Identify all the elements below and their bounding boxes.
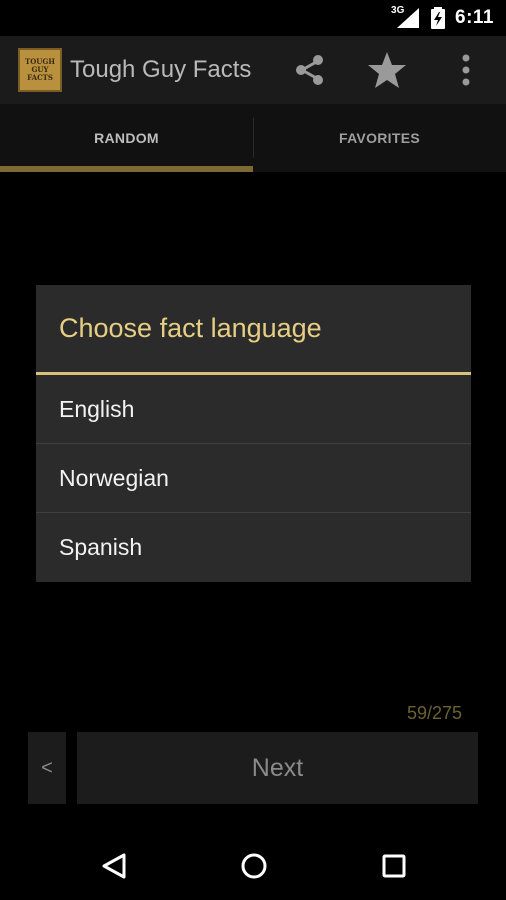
- dialog-title: Choose fact language: [36, 285, 471, 375]
- status-bar: 3G 6:11: [0, 0, 506, 36]
- cell-signal-icon: 3G: [391, 5, 421, 29]
- status-icons: 3G 6:11: [391, 5, 494, 30]
- navigation-bar: [0, 830, 506, 900]
- tab-random[interactable]: RANDOM: [0, 104, 253, 172]
- clock: 6:11: [455, 7, 494, 28]
- previous-button[interactable]: <: [28, 732, 66, 804]
- next-button[interactable]: Next: [77, 732, 478, 804]
- tab-favorites[interactable]: FAVORITES: [253, 104, 506, 172]
- star-icon[interactable]: [367, 50, 407, 90]
- network-type: 3G: [391, 5, 405, 16]
- app-logo: TOUGH GUY FACTS: [18, 48, 62, 92]
- share-icon[interactable]: [290, 50, 330, 90]
- overflow-menu-icon[interactable]: [446, 50, 486, 90]
- logo-text-line: FACTS: [27, 73, 53, 82]
- language-dialog: Choose fact language English Norwegian S…: [36, 285, 471, 582]
- home-icon[interactable]: [234, 846, 274, 886]
- language-option-norwegian[interactable]: Norwegian: [36, 444, 471, 513]
- app-bar: TOUGH GUY FACTS Tough Guy Facts: [0, 36, 506, 104]
- recents-icon[interactable]: [374, 846, 414, 886]
- language-option-english[interactable]: English: [36, 375, 471, 444]
- battery-charging-icon: [429, 7, 447, 29]
- back-icon[interactable]: [94, 846, 134, 886]
- language-option-spanish[interactable]: Spanish: [36, 513, 471, 582]
- fact-counter: 59/275: [406, 703, 462, 723]
- app-title: Tough Guy Facts: [70, 56, 252, 83]
- tab-divider: [253, 118, 254, 158]
